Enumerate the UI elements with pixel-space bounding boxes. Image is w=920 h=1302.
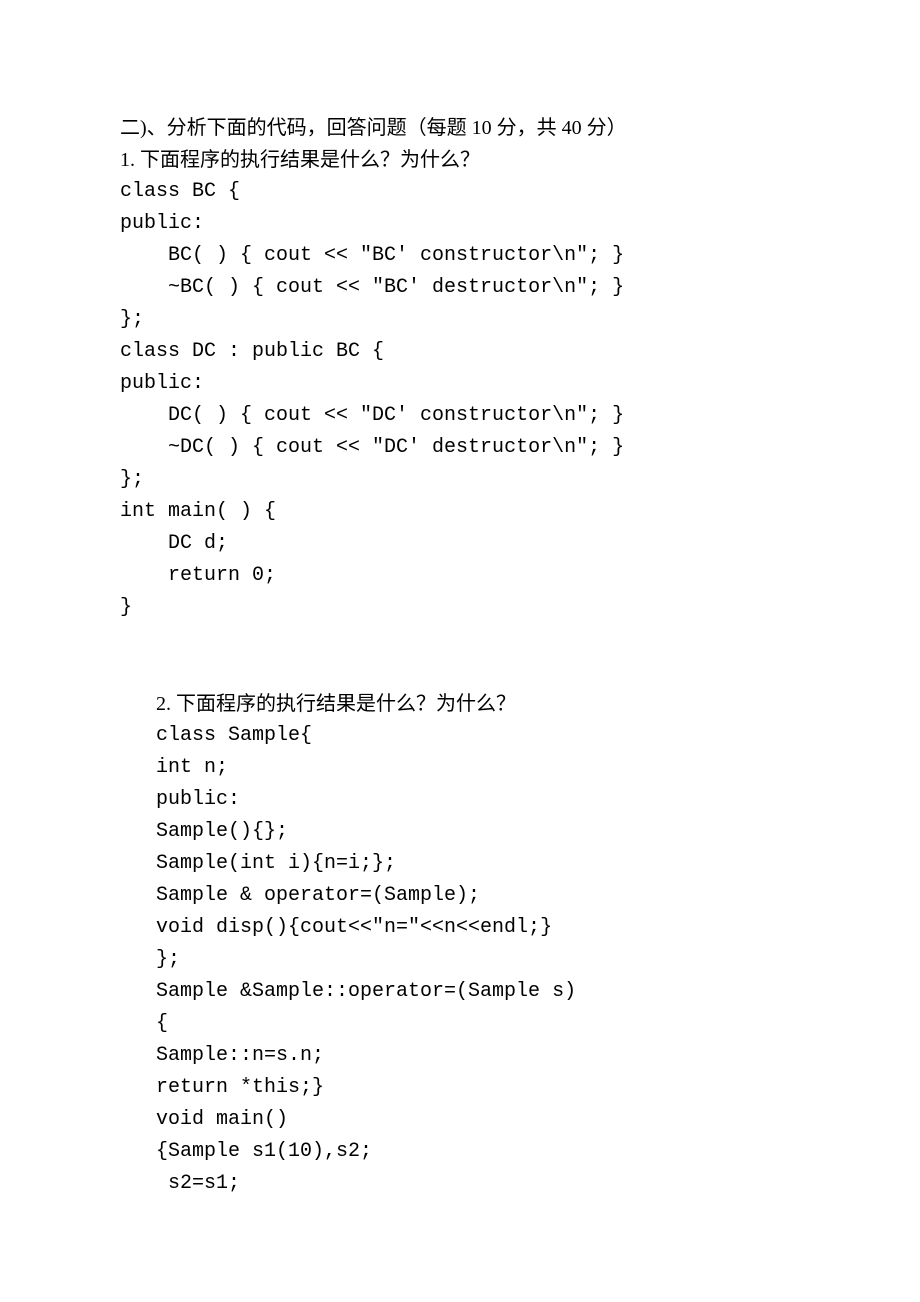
blank-line — [120, 624, 800, 656]
document-page: 二)、分析下面的代码，回答问题（每题 10 分，共 40 分） 1. 下面程序的… — [0, 0, 920, 1302]
code-line: BC( ) { cout << "BC' constructor\n"; } — [120, 240, 800, 272]
code-line: {Sample s1(10),s2; — [156, 1136, 800, 1168]
code-line: int n; — [156, 752, 800, 784]
section-header: 二)、分析下面的代码，回答问题（每题 10 分，共 40 分） — [120, 112, 800, 144]
code-line: { — [156, 1008, 800, 1040]
code-line: public: — [156, 784, 800, 816]
code-line: Sample::n=s.n; — [156, 1040, 800, 1072]
code-line: DC d; — [120, 528, 800, 560]
code-line: int main( ) { — [120, 496, 800, 528]
code-line: return *this;} — [156, 1072, 800, 1104]
q1-prompt: 1. 下面程序的执行结果是什么？为什么？ — [120, 144, 800, 176]
blank-line — [120, 656, 800, 688]
code-line: }; — [156, 944, 800, 976]
code-line: Sample(){}; — [156, 816, 800, 848]
code-line: void main() — [156, 1104, 800, 1136]
code-line: Sample &Sample::operator=(Sample s) — [156, 976, 800, 1008]
code-line: Sample & operator=(Sample); — [156, 880, 800, 912]
code-line: ~BC( ) { cout << "BC' destructor\n"; } — [120, 272, 800, 304]
code-line: public: — [120, 368, 800, 400]
code-line: class DC : public BC { — [120, 336, 800, 368]
q2-prompt: 2. 下面程序的执行结果是什么？为什么？ — [156, 688, 800, 720]
code-line: return 0; — [120, 560, 800, 592]
code-line: } — [120, 592, 800, 624]
code-line: s2=s1; — [156, 1168, 800, 1200]
code-line: class BC { — [120, 176, 800, 208]
code-line: DC( ) { cout << "DC' constructor\n"; } — [120, 400, 800, 432]
code-line: Sample(int i){n=i;}; — [156, 848, 800, 880]
code-line: }; — [120, 304, 800, 336]
code-line: ~DC( ) { cout << "DC' destructor\n"; } — [120, 432, 800, 464]
code-line: }; — [120, 464, 800, 496]
code-line: class Sample{ — [156, 720, 800, 752]
code-line: void disp(){cout<<"n="<<n<<endl;} — [156, 912, 800, 944]
code-line: public: — [120, 208, 800, 240]
